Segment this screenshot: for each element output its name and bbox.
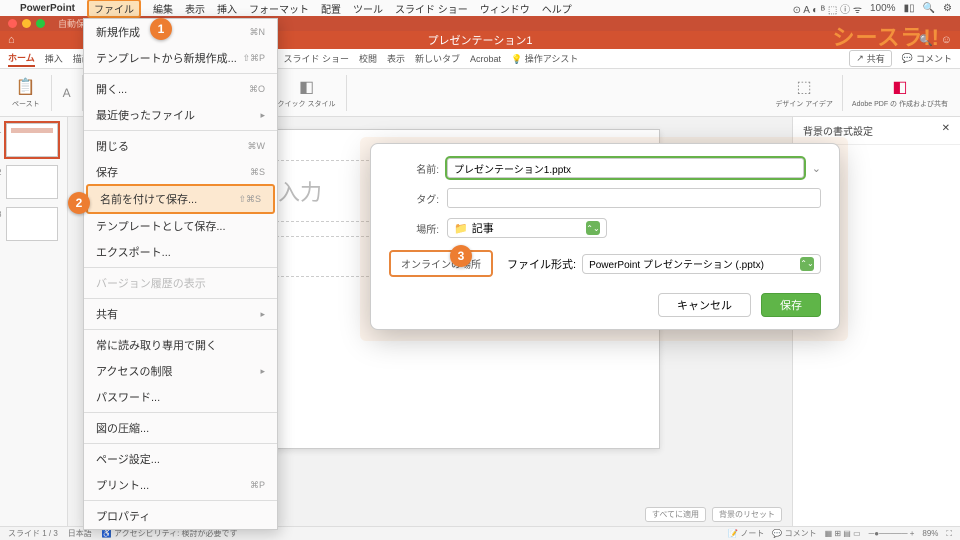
menu-print[interactable]: プリント...⌘P — [84, 472, 277, 498]
comments-status[interactable]: 💬 コメント — [772, 528, 816, 539]
file-menu: 新規作成⌘N テンプレートから新規作成...⇧⌘P 開く...⌘O 最近使ったフ… — [83, 18, 278, 530]
doc-title: プレゼンテーション1 — [428, 32, 533, 48]
menu-compress[interactable]: 図の圧縮... — [84, 415, 277, 441]
menu-password[interactable]: パスワード... — [84, 384, 277, 410]
view-buttons[interactable]: ▦ ⊞ ▤ ▭ — [825, 529, 861, 538]
menu-new[interactable]: 新規作成⌘N — [84, 19, 277, 45]
tab-view[interactable]: 表示 — [387, 52, 405, 65]
zoom-slider[interactable]: ─●───── + — [869, 529, 915, 538]
folder-icon: 📁 — [454, 222, 468, 235]
callout-2: 2 — [68, 192, 90, 214]
menu-help[interactable]: ヘルプ — [542, 1, 572, 16]
menu-close[interactable]: 閉じる⌘W — [84, 133, 277, 159]
tab-acrobat[interactable]: Acrobat — [470, 54, 501, 64]
close-pane-icon[interactable]: ✕ — [942, 123, 950, 138]
menu-open[interactable]: 開く...⌘O — [84, 76, 277, 102]
quickstyle-button[interactable]: ◧クイック スタイル — [274, 75, 340, 111]
user-icon[interactable]: ☺ — [941, 34, 952, 47]
menu-format[interactable]: フォーマット — [249, 1, 309, 16]
menu-export[interactable]: エクスポート... — [84, 239, 277, 265]
control-icon[interactable]: ⚙ — [943, 3, 952, 14]
thumb-3[interactable]: 3 — [6, 207, 58, 241]
menu-save-tmpl[interactable]: テンプレートとして保存... — [84, 213, 277, 239]
font-group[interactable]: A — [59, 84, 75, 102]
slide-count: スライド 1 / 3 — [8, 528, 58, 539]
tag-input[interactable] — [447, 188, 821, 208]
adobe-pdf-button[interactable]: ◧Adobe PDF の 作成および共有 — [848, 75, 952, 111]
save-dialog: 名前: ⌄ タグ: 場所: 📁 記事 ⌃⌄ オンラインの場所 ファイル形式: P… — [370, 143, 840, 330]
max-window[interactable] — [36, 19, 45, 28]
min-window[interactable] — [22, 19, 31, 28]
tell-me[interactable]: 💡 操作アシスト — [511, 52, 578, 65]
location-label: 場所: — [389, 221, 439, 236]
menu-restrict[interactable]: アクセスの制限▸ — [84, 358, 277, 384]
name-label: 名前: — [389, 161, 439, 176]
mac-menubar: PowerPoint ファイル 編集 表示 挿入 フォーマット 配置 ツール ス… — [0, 0, 960, 16]
thumb-1[interactable]: 1 — [6, 123, 58, 157]
filetype-select[interactable]: PowerPoint プレゼンテーション (.pptx) ⌃⌄ — [582, 254, 821, 274]
reset-bg-button[interactable]: 背景のリセット — [712, 507, 782, 522]
callout-3: 3 — [450, 245, 472, 267]
tag-label: タグ: — [389, 191, 439, 206]
paste-button[interactable]: 📋ペースト — [8, 75, 44, 111]
chevron-down-icon: ⌃⌄ — [800, 257, 814, 271]
filename-input[interactable] — [447, 158, 804, 178]
menu-recent[interactable]: 最近使ったファイル▸ — [84, 102, 277, 128]
menu-file[interactable]: ファイル — [87, 0, 141, 18]
menu-history: バージョン履歴の表示 — [84, 270, 277, 296]
menu-tools[interactable]: ツール — [353, 1, 383, 16]
menu-slideshow[interactable]: スライド ショー — [395, 1, 468, 16]
tab-new[interactable]: 新しいタブ — [415, 52, 460, 65]
chevron-down-icon: ⌃⌄ — [586, 221, 600, 235]
notes-button[interactable]: 📝 ノート — [728, 528, 764, 539]
slide-thumbnails: 1 2 3 — [0, 117, 68, 526]
fit-icon[interactable]: ⛶ — [946, 529, 952, 539]
home-icon[interactable]: ⌂ — [8, 34, 15, 46]
close-window[interactable] — [8, 19, 17, 28]
menu-view[interactable]: 表示 — [185, 1, 205, 16]
menu-save-as[interactable]: 名前を付けて保存...⇧⌘S — [86, 184, 275, 214]
menu-readonly[interactable]: 常に読み取り専用で開く — [84, 332, 277, 358]
battery-pct: 100% — [870, 3, 896, 14]
online-location-button[interactable]: オンラインの場所 — [389, 250, 493, 277]
cancel-button[interactable]: キャンセル — [658, 293, 751, 317]
designer-button[interactable]: ⬚デザイン アイデア — [771, 75, 837, 111]
wifi-icon: ⊙ A ◐ ᴮ ⬚ ⓘ ᯤ — [793, 1, 862, 16]
format-pane-title: 背景の書式設定 — [803, 123, 873, 138]
save-button[interactable]: 保存 — [761, 293, 821, 317]
menu-insert[interactable]: 挿入 — [217, 1, 237, 16]
menu-window[interactable]: ウィンドウ — [480, 1, 530, 16]
tab-review[interactable]: 校閲 — [359, 52, 377, 65]
menu-save[interactable]: 保存⌘S — [84, 159, 277, 185]
zoom-value[interactable]: 89% — [922, 529, 938, 538]
search-icon[interactable]: 🔍 — [923, 3, 935, 14]
thumb-2[interactable]: 2 — [6, 165, 58, 199]
menu-edit[interactable]: 編集 — [153, 1, 173, 16]
app-name[interactable]: PowerPoint — [20, 3, 75, 14]
callout-1: 1 — [150, 18, 172, 40]
tab-insert[interactable]: 挿入 — [45, 52, 63, 65]
share-button[interactable]: ↗ 共有 — [849, 50, 892, 67]
expand-icon[interactable]: ⌄ — [812, 162, 821, 175]
brand-logo: シースラ!! — [832, 20, 940, 52]
tab-slideshow[interactable]: スライド ショー — [283, 52, 349, 65]
apply-all-button[interactable]: すべてに適用 — [645, 507, 706, 522]
menu-pagesetup[interactable]: ページ設定... — [84, 446, 277, 472]
menu-properties[interactable]: プロパティ — [84, 503, 277, 529]
filetype-label: ファイル形式: — [507, 256, 576, 272]
tab-home[interactable]: ホーム — [8, 51, 35, 67]
menu-share[interactable]: 共有▸ — [84, 301, 277, 327]
menu-arrange[interactable]: 配置 — [321, 1, 341, 16]
location-select[interactable]: 📁 記事 ⌃⌄ — [447, 218, 607, 238]
format-footer: すべてに適用 背景のリセット — [645, 507, 782, 522]
menu-new-tmpl[interactable]: テンプレートから新規作成...⇧⌘P — [84, 45, 277, 71]
battery-icon: ▮▯ — [904, 3, 915, 14]
comments-button[interactable]: 💬 コメント — [902, 52, 952, 65]
